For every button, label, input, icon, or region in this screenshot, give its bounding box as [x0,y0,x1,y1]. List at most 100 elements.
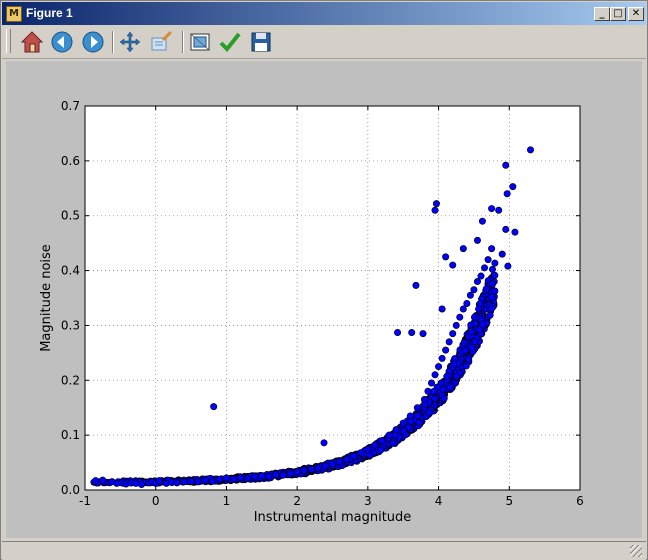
scatter-point [420,395,428,403]
configure-subplots-icon [190,33,210,51]
scatter-point [265,472,273,480]
scatter-point [138,481,146,489]
scatter-point [488,205,496,213]
scatter-point [488,265,496,273]
matplotlib-icon: M [6,6,22,22]
scatter-point [378,437,386,445]
scatter-point [321,462,329,470]
scatter-point [99,476,107,484]
x-tick-label: 2 [293,494,301,508]
x-tick-label: 3 [364,494,372,508]
scatter-point [442,253,450,261]
close-button[interactable]: ✕ [628,7,644,21]
scatter-point [442,346,450,354]
scatter-point [415,419,423,427]
scatter-point [307,465,315,473]
subplots-button[interactable] [186,28,214,56]
scatter-point [473,236,481,244]
scatter-point [438,354,446,362]
y-tick-label: 0.3 [61,318,80,332]
scatter-point [526,146,534,154]
scatter-point [336,457,344,465]
scatter-point [486,311,494,319]
scatter-point [230,475,238,483]
save-button[interactable] [247,28,275,56]
home-button[interactable] [18,28,46,56]
scatter-point [470,286,478,294]
scatter-point [389,439,397,447]
scatter-point [431,371,439,379]
scatter-point [478,217,486,225]
scatter-point [467,327,475,335]
scatter-point [449,330,457,338]
scatter-point [194,478,202,486]
maximize-icon: □ [613,8,623,19]
scatter-point [465,355,473,363]
forward-arrow-icon [82,31,104,53]
scatter-point [488,245,496,253]
edit-button[interactable] [216,28,244,56]
x-axis-label: Instrumental magnitude [254,510,412,525]
scatter-point [413,404,421,412]
scatter-point [427,379,435,387]
scatter-point [419,330,427,338]
toolbar-grip[interactable] [6,29,11,53]
y-axis-label: Magnitude noise [39,244,54,352]
scatter-point [456,313,464,321]
window-title: Figure 1 [26,6,73,20]
x-tick-label: 6 [576,494,584,508]
scatter-point [377,446,385,454]
scatter-point [371,441,379,449]
scatter-point [438,305,446,313]
pan-button[interactable] [116,28,144,56]
forward-button[interactable] [79,28,107,56]
checkmark-icon [219,32,241,52]
resize-grip[interactable] [630,545,642,557]
scatter-point [445,338,453,346]
close-icon: ✕ [631,8,641,19]
scatter-point [222,474,230,482]
scatter-point [286,470,294,478]
scatter-point [343,455,351,463]
scatter-point [399,427,407,435]
figure-canvas[interactable]: -1 0 1 2 3 4 5 6 0.0 0.1 0.2 0.3 0.4 0.5 0.6 0.7 Instru… [6,61,642,538]
x-tick-label: 5 [505,494,513,508]
scatter-point [408,329,416,337]
scatter-point [272,471,280,479]
scatter-point [491,271,499,279]
scatter-plot[interactable]: -1 0 1 2 3 4 5 6 0.0 0.1 0.2 0.3 0.4 0.5 0.6 0.7 Instru… [6,61,642,538]
scatter-point [432,200,440,208]
scatter-point [463,299,471,307]
scatter-point [412,281,420,289]
maximize-button[interactable]: □ [610,7,626,21]
back-arrow-icon [51,31,73,53]
scatter-point [350,452,358,460]
scatter-point [208,477,216,485]
back-button[interactable] [48,28,76,56]
scatter-point [452,372,460,380]
title-bar[interactable]: M Figure 1 _ □ ✕ [2,2,646,25]
zoom-to-rect-icon [151,30,173,51]
scatter-point [251,473,259,481]
scatter-point [201,476,209,484]
status-bar [2,541,646,560]
scatter-point [491,287,499,295]
x-tick-label: -1 [79,494,91,508]
scatter-point [364,445,372,453]
zoom-button[interactable] [147,28,175,56]
y-tick-label: 0.1 [61,428,80,442]
toolbar-separator [112,31,114,53]
scatter-point [430,387,438,395]
toolbar-separator [182,31,184,53]
scatter-point [439,385,447,393]
scatter-point [210,403,218,411]
scatter-point [435,363,443,371]
scatter-point [498,250,506,258]
y-tick-label: 0.2 [61,373,80,387]
scatter-point [426,409,434,417]
minimize-button[interactable]: _ [594,7,610,21]
scatter-point [462,362,470,370]
navigation-toolbar [2,25,646,59]
scatter-point [320,439,328,447]
scatter-point [385,431,393,439]
